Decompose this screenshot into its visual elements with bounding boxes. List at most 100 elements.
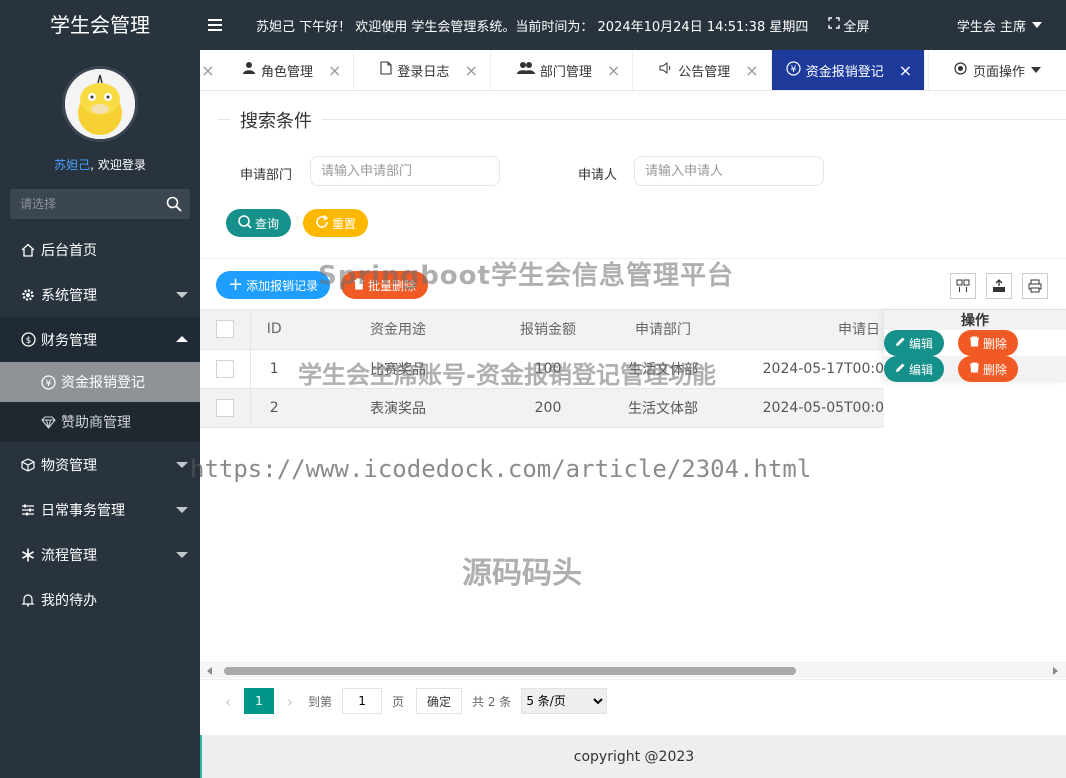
yen-icon: ¥ (786, 60, 801, 80)
cell-date: 2024-05-05T00:0 (728, 388, 884, 428)
username-link[interactable]: 苏妲己 (54, 158, 90, 172)
top-header: 苏妲己 下午好！ 欢迎使用 学生会管理系统。当前时间为： 2024年10月24日… (200, 0, 1066, 50)
welcome-text: 苏妲己, 欢迎登录 (0, 156, 200, 173)
delete-label: 删除 (983, 336, 1008, 351)
query-button[interactable]: 查询 (226, 209, 292, 237)
table-row: 2 表演奖品 200 生活文体部 2024-05-05T00:0 (200, 388, 884, 428)
search-icon[interactable] (166, 196, 182, 216)
caret-down-icon (1032, 22, 1042, 28)
trash-icon (353, 277, 365, 293)
sidebar-item-label: 财务管理 (41, 332, 97, 349)
applicant-input[interactable] (634, 156, 824, 186)
edit-button[interactable]: 编辑 (884, 356, 945, 382)
tab-role-management[interactable]: 角色管理 × (216, 50, 355, 90)
sidebar-item-system[interactable]: 系统管理 (0, 272, 200, 317)
sidebar-item-todo[interactable]: 我的待办 (0, 577, 200, 622)
main-content: 搜索条件 申请部门 申请人 查询 重置 + 添加报销记录 批量删除 (200, 91, 1066, 735)
tab-login-log[interactable]: 登录日志 × (354, 50, 491, 90)
select-all-cell (200, 310, 251, 350)
tab-fund-reimbursement[interactable]: ¥ 资金报销登记 × (771, 50, 926, 90)
columns-icon[interactable] (950, 273, 976, 299)
col-dept[interactable]: 申请部门 (598, 310, 728, 350)
avatar[interactable] (62, 66, 138, 142)
col-date[interactable]: 申请日 (728, 310, 884, 350)
export-icon[interactable] (986, 273, 1012, 299)
tab-department-management[interactable]: 部门管理 × (491, 50, 634, 90)
table-main: ID 资金用途 报销金额 申请部门 申请日 1 比赛奖品 100 生活文体部 2… (200, 310, 884, 428)
yen-icon: ¥ (40, 374, 56, 390)
cell-amount: 200 (498, 388, 598, 428)
close-icon[interactable]: × (200, 50, 216, 90)
scroll-left-icon[interactable] (207, 667, 212, 675)
tab-label: 资金报销登记 (805, 64, 884, 80)
sidebar-item-home[interactable]: 后台首页 (0, 227, 200, 272)
batch-delete-label: 批量删除 (368, 278, 417, 293)
dept-input[interactable] (310, 156, 500, 186)
search-fieldset: 搜索条件 (218, 107, 1066, 133)
sidebar-item-label: 后台首页 (41, 242, 97, 259)
goto-page-input[interactable] (342, 688, 383, 714)
col-id[interactable]: ID (250, 310, 298, 350)
sidebar-item-label: 流程管理 (41, 547, 97, 564)
trash-icon (969, 336, 980, 350)
tab-announcement-management[interactable]: 公告管理 × (633, 50, 772, 90)
add-record-button[interactable]: + 添加报销记录 (216, 271, 331, 299)
sliders-icon (20, 502, 36, 518)
tab-label: 部门管理 (539, 64, 592, 80)
sidebar-item-daily-affairs[interactable]: 日常事务管理 (0, 487, 200, 532)
tab-bar: × 角色管理 × 登录日志 × 部门管理 × 公告管理 × ¥ 资金报销登记 ×… (200, 50, 1066, 91)
duck-avatar-image (65, 69, 135, 139)
table-toolbar: + 添加报销记录 批量删除 (200, 258, 1066, 309)
delete-button[interactable]: 删除 (958, 356, 1019, 382)
current-page[interactable]: 1 (244, 688, 274, 714)
refresh-icon (315, 214, 329, 232)
sidebar-search-input[interactable] (10, 189, 190, 219)
reset-button[interactable]: 重置 (303, 209, 369, 237)
delete-button[interactable]: 删除 (958, 330, 1019, 356)
batch-delete-button[interactable]: 批量删除 (341, 271, 429, 299)
svg-text:¥: ¥ (790, 65, 796, 75)
edit-button[interactable]: 编辑 (884, 330, 945, 356)
fullscreen-button[interactable]: 全屏 (828, 16, 869, 35)
sidebar-item-process[interactable]: 流程管理 (0, 532, 200, 577)
sidebar-item-label: 我的待办 (41, 592, 97, 609)
horizontal-scrollbar[interactable] (200, 662, 1066, 678)
welcome-suffix: , 欢迎登录 (90, 158, 146, 172)
close-icon[interactable]: × (607, 61, 620, 80)
next-page-icon[interactable]: › (278, 692, 302, 711)
cell-date: 2024-05-17T00:0 (728, 349, 884, 389)
close-icon[interactable]: × (328, 61, 341, 80)
page-size-select[interactable]: 5 条/页 (521, 688, 608, 714)
trash-icon (969, 362, 980, 376)
close-icon[interactable]: × (464, 61, 477, 80)
sidebar-item-sponsor[interactable]: 赞助商管理 (0, 402, 200, 442)
sidebar-item-fund-reimbursement[interactable]: ¥ 资金报销登记 (0, 362, 200, 402)
svg-text:¥: ¥ (45, 379, 51, 389)
print-icon[interactable] (1022, 273, 1048, 299)
select-all-checkbox[interactable] (215, 320, 234, 339)
menu-toggle-icon[interactable] (208, 19, 238, 31)
reset-button-label: 重置 (332, 216, 357, 231)
col-amount[interactable]: 报销金额 (498, 310, 598, 350)
scroll-right-icon[interactable] (1053, 667, 1058, 675)
snowflake-icon (20, 547, 36, 563)
user-icon (242, 61, 256, 79)
scrollbar-thumb[interactable] (224, 667, 796, 675)
user-menu[interactable]: 学生会 主席 (957, 16, 1042, 35)
cell-purpose: 表演奖品 (298, 388, 498, 428)
sidebar-item-materials[interactable]: 物资管理 (0, 442, 200, 487)
cell-dept: 生活文体部 (598, 349, 728, 389)
row-checkbox[interactable] (215, 398, 234, 417)
close-icon[interactable]: × (745, 61, 758, 80)
prev-page-icon[interactable]: ‹ (216, 692, 240, 711)
dept-label: 申请部门 (240, 168, 293, 183)
sidebar-item-finance[interactable]: $ 财务管理 (0, 317, 200, 362)
goto-confirm-button[interactable]: 确定 (416, 688, 463, 714)
page-operations-dropdown[interactable]: 页面操作 (928, 50, 1066, 90)
row-checkbox[interactable] (215, 359, 234, 378)
close-icon[interactable]: × (899, 61, 912, 80)
edit-label: 编辑 (909, 336, 934, 351)
col-purpose[interactable]: 资金用途 (298, 310, 498, 350)
footer: copyright @2023 (200, 735, 1066, 778)
cell-dept: 生活文体部 (598, 388, 728, 428)
